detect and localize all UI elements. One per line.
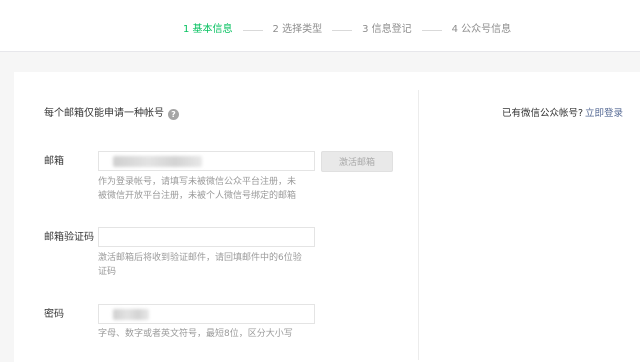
step-divider xyxy=(332,29,353,31)
step-select-type: 2 选择类型 xyxy=(272,24,323,35)
help-icon[interactable]: ? xyxy=(168,108,179,120)
email-hint-line2: 被微信开放平台注册，未被个人微信号绑定的邮箱 xyxy=(98,191,297,201)
email-value-redacted xyxy=(113,156,202,167)
login-prompt-text: 已有微信公众帐号? xyxy=(502,108,584,119)
step-account-info: 4 公众号信息 xyxy=(451,24,512,35)
verification-code-field[interactable] xyxy=(98,227,315,247)
login-link[interactable]: 立即登录 xyxy=(585,108,623,119)
activate-email-button[interactable]: 激活邮箱 xyxy=(321,151,393,172)
step-info-register: 3 信息登记 xyxy=(362,24,412,35)
form-title-text: 每个邮箱仅能申请一种帐号 xyxy=(44,108,164,119)
verification-code-label: 邮箱验证码 xyxy=(44,232,94,243)
password-value-redacted xyxy=(113,309,149,320)
step-indicator: 1 基本信息 2 选择类型 3 信息登记 4 公众号信息 xyxy=(183,24,511,36)
code-hint-line1: 激活邮箱后将收到验证邮件，请回填邮件中的6位验 xyxy=(98,253,302,263)
password-hint: 字母、数字或者英文符号，最短8位，区分大小写 xyxy=(98,329,293,339)
code-hint-line2: 证码 xyxy=(98,267,117,277)
email-label: 邮箱 xyxy=(44,156,64,167)
registration-card: 每个邮箱仅能申请一种帐号 ? 邮箱 激活邮箱 作为登录帐号，请填写未被微信公众平… xyxy=(14,72,640,362)
login-prompt: 已有微信公众帐号? 立即登录 xyxy=(502,107,623,121)
step-divider xyxy=(421,29,442,31)
email-hint-line1: 作为登录帐号，请填写未被微信公众平台注册，未 xyxy=(98,177,297,187)
column-divider xyxy=(418,90,419,360)
step-basic-info: 1 基本信息 xyxy=(183,24,233,35)
step-divider xyxy=(242,29,263,31)
form-title: 每个邮箱仅能申请一种帐号 ? xyxy=(44,107,179,121)
top-bar: 1 基本信息 2 选择类型 3 信息登记 4 公众号信息 xyxy=(0,0,640,52)
password-label: 密码 xyxy=(44,309,64,320)
